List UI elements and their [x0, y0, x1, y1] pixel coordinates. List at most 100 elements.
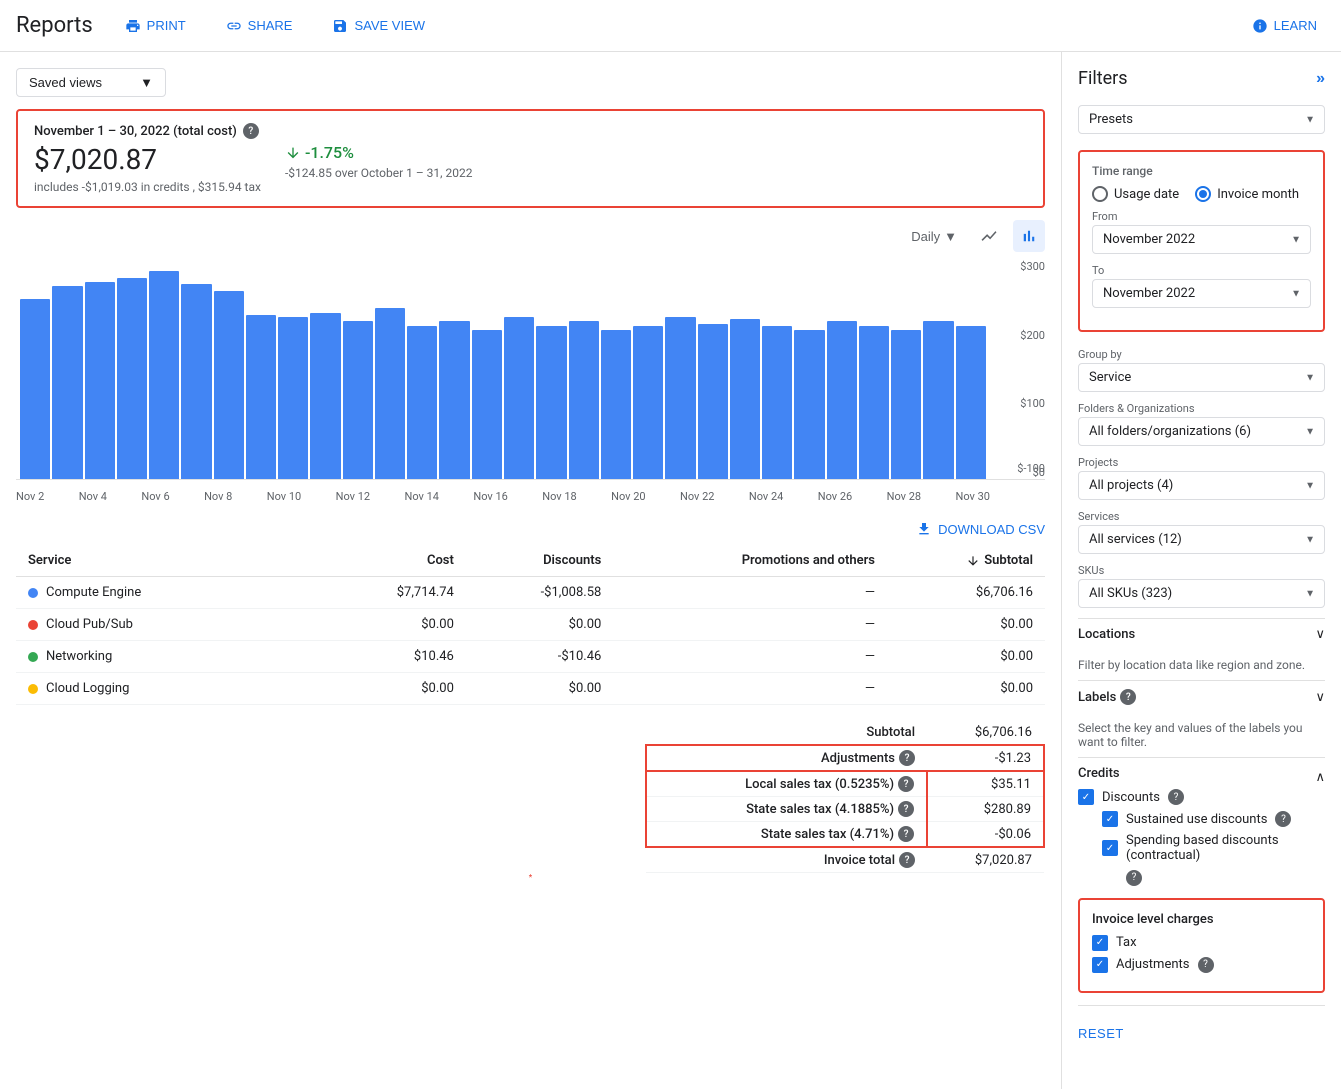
subtotal-label: Subtotal — [646, 721, 927, 745]
services-table: Service Cost Discounts Promotions and ot… — [16, 545, 1045, 705]
adjustments-checkbox[interactable]: ✓ — [1092, 957, 1108, 973]
summary-info-icon[interactable]: ? — [243, 123, 259, 139]
service-dot — [28, 620, 38, 630]
chevron-down-icon: ▼ — [944, 229, 957, 244]
spending-info-row: ? — [1126, 869, 1325, 886]
labels-info-icon[interactable]: ? — [1120, 689, 1136, 705]
table-section: DOWNLOAD CSV Service Cost Discounts Prom… — [16, 521, 1045, 873]
from-dropdown[interactable]: November 2022 — [1092, 225, 1311, 254]
spending-info-icon[interactable]: ? — [1126, 870, 1142, 886]
chart-bar — [730, 319, 760, 479]
to-dropdown[interactable]: November 2022 — [1092, 279, 1311, 308]
services-dropdown[interactable]: All services (12) — [1078, 525, 1325, 554]
chart-bar — [472, 330, 502, 479]
chart-bar — [956, 326, 986, 479]
service-dot — [28, 652, 38, 662]
promotions-cell: — — [613, 609, 887, 641]
services-wrapper: All services (12) — [1078, 525, 1325, 554]
chart-bar — [794, 330, 824, 479]
usage-date-option[interactable]: Usage date — [1092, 186, 1179, 202]
service-cell: Cloud Pub/Sub — [16, 609, 325, 641]
spending-based-checkbox[interactable]: ✓ — [1102, 840, 1118, 856]
reset-button[interactable]: RESET — [1078, 1018, 1124, 1049]
projects-dropdown[interactable]: All projects (4) — [1078, 471, 1325, 500]
projects-wrapper: All projects (4) — [1078, 471, 1325, 500]
summary-period: November 1 – 30, 2022 (total cost) ? — [34, 123, 261, 139]
invoice-month-option[interactable]: Invoice month — [1195, 186, 1299, 202]
daily-dropdown-button[interactable]: Daily ▼ — [903, 225, 965, 248]
to-label: To — [1092, 264, 1311, 277]
state-tax-info-icon[interactable]: ? — [898, 801, 914, 817]
adjustments-row: Adjustments ? -$1.23 — [646, 745, 1044, 771]
line-chart-icon — [980, 227, 998, 245]
discounts-cell: -$1,008.58 — [466, 577, 613, 609]
promotions-cell: — — [613, 641, 887, 673]
credits-section: Credits ∧ ✓ Discounts ? ✓ Sustained use … — [1078, 757, 1325, 886]
invoice-total-info-icon[interactable]: ? — [899, 852, 915, 868]
tax-checkbox[interactable]: ✓ — [1092, 935, 1108, 951]
folders-filter: Folders & Organizations All folders/orga… — [1078, 402, 1325, 446]
adjustments-info-icon[interactable]: ? — [899, 750, 915, 766]
totals-table: Subtotal $6,706.16 Adjustments ? -$1.23 — [645, 721, 1045, 873]
projects-label: Projects — [1078, 456, 1325, 469]
invoice-charges-title: Invoice level charges — [1092, 912, 1311, 927]
usage-date-radio[interactable] — [1092, 186, 1108, 202]
sustained-use-info-icon[interactable]: ? — [1275, 811, 1291, 827]
services-filter-label: Services — [1078, 510, 1325, 523]
cost-cell: $10.46 — [325, 641, 466, 673]
print-button[interactable]: PRINT — [117, 14, 194, 38]
discounts-info-icon[interactable]: ? — [1168, 789, 1184, 805]
skus-dropdown[interactable]: All SKUs (323) — [1078, 579, 1325, 608]
download-csv-button[interactable]: DOWNLOAD CSV — [916, 521, 1045, 537]
content-area: Saved views ▼ November 1 – 30, 2022 (tot… — [0, 52, 1061, 1089]
service-cell: Cloud Logging — [16, 673, 325, 705]
chart-bar — [407, 326, 437, 479]
summary-amount: $7,020.87 — [34, 143, 261, 176]
bar-chart-button[interactable] — [1013, 220, 1045, 252]
chart-bars — [16, 260, 990, 479]
share-button[interactable]: SHARE — [218, 14, 301, 38]
presets-section: Presets — [1078, 105, 1325, 134]
discounts-checkbox[interactable]: ✓ — [1078, 789, 1094, 805]
subtotal-cell: $0.00 — [887, 673, 1045, 705]
state-tax2-info-icon[interactable]: ? — [898, 826, 914, 842]
header: Reports PRINT SHARE SAVE VIEW LEARN — [0, 0, 1341, 52]
locations-header[interactable]: Locations ∨ — [1078, 618, 1325, 650]
adjustments-checkbox-row: ✓ Adjustments ? — [1092, 957, 1311, 973]
summary-card: November 1 – 30, 2022 (total cost) ? $7,… — [16, 109, 1045, 208]
presets-dropdown[interactable]: Presets — [1078, 105, 1325, 134]
summary-left: November 1 – 30, 2022 (total cost) ? $7,… — [34, 123, 261, 194]
line-chart-button[interactable] — [973, 220, 1005, 252]
from-filter: From November 2022 — [1092, 210, 1311, 254]
collapse-filters-button[interactable]: » — [1316, 70, 1325, 88]
saved-views-button[interactable]: Saved views ▼ — [16, 68, 166, 97]
group-by-filter: Group by Service — [1078, 348, 1325, 392]
labels-header[interactable]: Labels ? ∨ — [1078, 680, 1325, 713]
state-tax2-value: -$0.06 — [927, 822, 1044, 848]
subtotal-value: $6,706.16 — [927, 721, 1044, 745]
save-view-button[interactable]: SAVE VIEW — [324, 14, 433, 38]
chart-container: $300 $200 $100 $0 — [16, 260, 1045, 480]
chart-bar — [504, 317, 534, 479]
cost-cell: $7,714.74 — [325, 577, 466, 609]
local-tax-info-icon[interactable]: ? — [898, 776, 914, 792]
time-range-title: Time range — [1092, 164, 1311, 178]
spending-based-row: ✓ Spending based discounts (contractual) — [1102, 833, 1325, 863]
invoice-month-radio[interactable] — [1195, 186, 1211, 202]
local-tax-value: $35.11 — [927, 771, 1044, 797]
from-select-wrapper: November 2022 — [1092, 225, 1311, 254]
sort-down-icon — [966, 554, 980, 568]
time-range-box: Time range Usage date Invoice month From… — [1078, 150, 1325, 332]
arrow-down-icon — [285, 145, 301, 161]
chart-bar — [375, 308, 405, 479]
sustained-use-checkbox[interactable]: ✓ — [1102, 811, 1118, 827]
adjustments-filter-info-icon[interactable]: ? — [1198, 957, 1214, 973]
subtotal-row: Subtotal $6,706.16 — [646, 721, 1044, 745]
chart-bar — [117, 278, 147, 479]
folders-dropdown[interactable]: All folders/organizations (6) — [1078, 417, 1325, 446]
col-service: Service — [16, 545, 325, 577]
group-by-dropdown[interactable]: Service — [1078, 363, 1325, 392]
cost-cell: $0.00 — [325, 609, 466, 641]
learn-button[interactable]: LEARN — [1244, 14, 1325, 38]
skus-wrapper: All SKUs (323) — [1078, 579, 1325, 608]
